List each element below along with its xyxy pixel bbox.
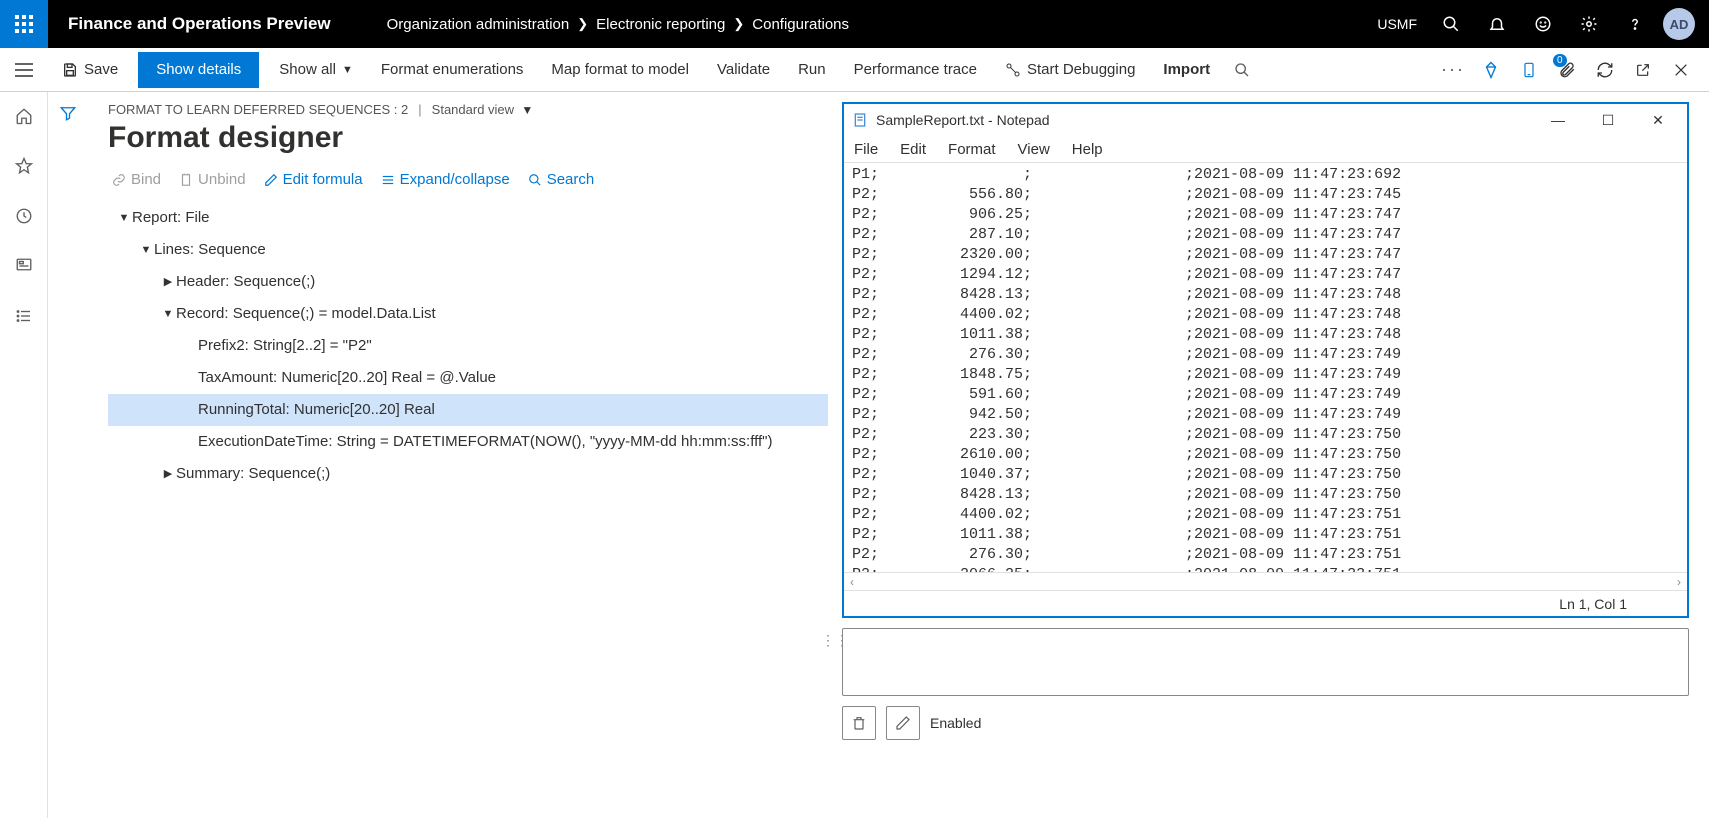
chevron-down-icon: ▼	[342, 64, 353, 76]
start-debugging-button[interactable]: Start Debugging	[991, 48, 1149, 92]
gear-icon[interactable]	[1567, 0, 1611, 48]
popout-icon[interactable]	[1625, 48, 1661, 92]
menu-edit[interactable]: Edit	[900, 141, 926, 158]
chevron-right-icon: ❯	[733, 16, 744, 32]
scroll-right-icon[interactable]: ›	[1677, 575, 1681, 589]
attach-badge: 0	[1553, 54, 1567, 67]
designer-pane: FORMAT TO LEARN DEFERRED SEQUENCES : 2 |…	[88, 102, 828, 818]
company-selector[interactable]: USMF	[1367, 0, 1427, 48]
designer-subtoolbar: Bind Unbind Edit formula Expand/collapse…	[108, 171, 828, 188]
save-label: Save	[84, 61, 118, 78]
tree-node-lines[interactable]: ▼Lines: Sequence	[108, 234, 828, 266]
import-button[interactable]: Import	[1149, 48, 1224, 92]
notepad-title: SampleReport.txt - Notepad	[876, 112, 1529, 128]
tree-node-runningtotal[interactable]: RunningTotal: Numeric[20..20] Real	[108, 394, 828, 426]
notepad-scrollbar[interactable]: ‹›	[844, 572, 1687, 590]
tree-node-record[interactable]: ▼Record: Sequence(;) = model.Data.List	[108, 298, 828, 330]
app-launcher-icon[interactable]	[0, 0, 48, 48]
chevron-down-icon: ▼	[518, 103, 533, 117]
format-tree: ▼Report: File ▼Lines: Sequence ▶Header: …	[108, 202, 828, 490]
validate-button[interactable]: Validate	[703, 48, 784, 92]
enabled-row: Enabled	[842, 706, 1689, 740]
search-button[interactable]: Search	[528, 171, 595, 188]
delete-icon[interactable]	[842, 706, 876, 740]
more-icon[interactable]: ···	[1435, 48, 1471, 92]
menu-view[interactable]: View	[1018, 141, 1050, 158]
notepad-titlebar[interactable]: SampleReport.txt - Notepad — ☐ ✕	[844, 104, 1687, 136]
tree-node-summary[interactable]: ▶Summary: Sequence(;)	[108, 458, 828, 490]
tree-node-report[interactable]: ▼Report: File	[108, 202, 828, 234]
run-button[interactable]: Run	[784, 48, 840, 92]
menu-file[interactable]: File	[854, 141, 878, 158]
action-toolbar: Save Show details Show all▼ Format enume…	[0, 48, 1709, 92]
close-icon[interactable]: ✕	[1637, 112, 1679, 129]
list-icon[interactable]	[0, 302, 48, 330]
maximize-icon[interactable]: ☐	[1587, 112, 1629, 129]
hamburger-icon[interactable]	[0, 48, 48, 91]
diamond-icon[interactable]	[1473, 48, 1509, 92]
close-icon[interactable]	[1663, 48, 1699, 92]
avatar[interactable]: AD	[1663, 8, 1695, 40]
notepad-window: SampleReport.txt - Notepad — ☐ ✕ File Ed…	[842, 102, 1689, 618]
smile-icon[interactable]	[1521, 0, 1565, 48]
enabled-label: Enabled	[930, 715, 981, 731]
toolbar-search-icon[interactable]	[1224, 48, 1260, 92]
performance-trace-button[interactable]: Performance trace	[840, 48, 991, 92]
help-icon[interactable]	[1613, 0, 1657, 48]
breadcrumb-item[interactable]: Electronic reporting	[596, 16, 725, 33]
pane-resizer[interactable]: ⋮⋮	[828, 102, 842, 818]
chevron-right-icon: ❯	[577, 16, 588, 32]
home-icon[interactable]	[0, 102, 48, 130]
refresh-icon[interactable]	[1587, 48, 1623, 92]
menu-format[interactable]: Format	[948, 141, 996, 158]
menu-help[interactable]: Help	[1072, 141, 1103, 158]
notepad-status: Ln 1, Col 1	[844, 590, 1687, 616]
save-button[interactable]: Save	[48, 48, 132, 92]
tree-node-execdatetime[interactable]: ExecutionDateTime: String = DATETIMEFORM…	[108, 426, 828, 458]
top-navbar: Finance and Operations Preview Organizat…	[0, 0, 1709, 48]
star-icon[interactable]	[0, 152, 48, 180]
caret-right-icon[interactable]: ▶	[160, 459, 176, 489]
workspace-icon[interactable]	[0, 252, 48, 280]
view-selector[interactable]: Standard view ▼	[432, 102, 534, 117]
tree-node-prefix2[interactable]: Prefix2: String[2..2] = "P2"	[108, 330, 828, 362]
caret-right-icon[interactable]: ▶	[160, 267, 176, 297]
config-crumb: FORMAT TO LEARN DEFERRED SEQUENCES : 2	[108, 102, 408, 117]
notepad-content[interactable]: P1; ; ;2021-08-09 11:47:23:692 P2; 556.8…	[844, 162, 1687, 572]
breadcrumb-item[interactable]: Configurations	[752, 16, 849, 33]
caret-down-icon[interactable]: ▼	[138, 235, 154, 265]
bind-button[interactable]: Bind	[112, 171, 161, 188]
caret-down-icon[interactable]: ▼	[116, 203, 132, 233]
page-title: Format designer	[108, 121, 828, 155]
left-rail	[0, 92, 48, 818]
search-icon[interactable]	[1429, 0, 1473, 48]
show-all-button[interactable]: Show all▼	[265, 48, 367, 92]
format-enumerations-button[interactable]: Format enumerations	[367, 48, 538, 92]
caret-down-icon[interactable]: ▼	[160, 299, 176, 329]
formula-textarea[interactable]	[842, 628, 1689, 696]
filter-icon[interactable]	[59, 104, 77, 818]
map-format-button[interactable]: Map format to model	[537, 48, 703, 92]
minimize-icon[interactable]: —	[1537, 112, 1579, 128]
bell-icon[interactable]	[1475, 0, 1519, 48]
clock-icon[interactable]	[0, 202, 48, 230]
unbind-button[interactable]: Unbind	[179, 171, 246, 188]
edit-formula-button[interactable]: Edit formula	[264, 171, 363, 188]
breadcrumb: Organization administration ❯ Electronic…	[357, 16, 849, 33]
expand-collapse-button[interactable]: Expand/collapse	[381, 171, 510, 188]
notepad-menubar: File Edit Format View Help	[844, 136, 1687, 162]
app-title: Finance and Operations Preview	[48, 14, 357, 34]
attach-icon[interactable]: 0	[1549, 48, 1585, 92]
notepad-icon	[852, 112, 868, 128]
phone-icon[interactable]	[1511, 48, 1547, 92]
edit-icon[interactable]	[886, 706, 920, 740]
show-details-button[interactable]: Show details	[138, 52, 259, 88]
tree-node-taxamount[interactable]: TaxAmount: Numeric[20..20] Real = @.Valu…	[108, 362, 828, 394]
separator: |	[418, 102, 421, 117]
filter-column	[48, 92, 88, 818]
tree-node-header[interactable]: ▶Header: Sequence(;)	[108, 266, 828, 298]
scroll-left-icon[interactable]: ‹	[850, 575, 854, 589]
right-pane: SampleReport.txt - Notepad — ☐ ✕ File Ed…	[842, 102, 1709, 818]
breadcrumb-item[interactable]: Organization administration	[387, 16, 570, 33]
